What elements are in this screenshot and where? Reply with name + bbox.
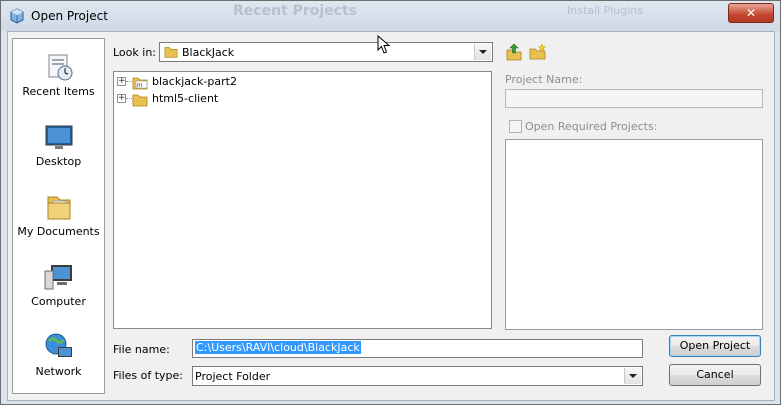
computer-icon — [44, 265, 72, 290]
look-in-value: BlackJack — [182, 46, 235, 59]
expand-icon[interactable]: + — [117, 94, 126, 103]
files-of-type-value: Project Folder — [195, 370, 271, 383]
background-install-plugins-text: Install Plugins — [567, 4, 644, 17]
cancel-button[interactable]: Cancel — [669, 364, 761, 386]
files-of-type-combo[interactable]: Project Folder — [192, 366, 643, 386]
recent-items-icon — [48, 54, 73, 81]
place-recent-items[interactable]: Recent Items — [13, 47, 104, 111]
window-title: Open Project — [31, 9, 108, 23]
place-computer[interactable]: Computer — [13, 257, 104, 321]
folder-icon — [164, 47, 178, 58]
file-name-input[interactable]: C:\Users\RAVI\cloud\BlackJack — [192, 339, 643, 358]
file-tree[interactable]: + m blackjack-part2 + html5-client — [113, 71, 492, 329]
up-one-level-icon[interactable] — [505, 43, 523, 61]
network-icon — [45, 333, 72, 357]
expand-icon[interactable]: + — [117, 77, 126, 86]
background-recent-projects-text: Recent Projects — [233, 3, 358, 19]
folder-icon — [132, 94, 148, 107]
netbeans-cube-icon — [10, 8, 24, 24]
project-name-field — [505, 89, 763, 108]
place-desktop[interactable]: Desktop — [13, 117, 104, 181]
look-in-combo[interactable]: BlackJack — [159, 42, 493, 62]
open-required-projects-checkbox[interactable] — [509, 120, 522, 133]
file-name-label: File name: — [113, 343, 170, 356]
dialog-content: Recent Items Desktop My Documents Comput… — [7, 31, 775, 401]
svg-text:m: m — [137, 82, 143, 89]
place-label: Computer — [31, 295, 86, 308]
place-my-documents[interactable]: My Documents — [13, 187, 104, 251]
required-projects-list[interactable] — [505, 139, 763, 330]
place-label: Recent Items — [22, 85, 95, 98]
place-label: Network — [35, 365, 82, 378]
place-label: My Documents — [17, 225, 100, 238]
close-button[interactable]: ✕ — [728, 3, 774, 23]
desktop-icon — [45, 125, 73, 149]
files-of-type-label: Files of type: — [113, 369, 184, 382]
maven-project-icon: m — [132, 77, 148, 90]
chevron-down-icon[interactable] — [474, 44, 491, 60]
tree-node-label: html5-client — [152, 92, 219, 105]
new-folder-icon[interactable] — [529, 43, 547, 61]
open-project-dialog: Open Project Recent Projects Install Plu… — [0, 0, 781, 405]
places-bar: Recent Items Desktop My Documents Comput… — [12, 38, 105, 394]
tree-node-label: blackjack-part2 — [152, 75, 237, 88]
place-label: Desktop — [35, 155, 82, 168]
file-name-value: C:\Users\RAVI\cloud\BlackJack — [195, 341, 361, 354]
chevron-down-icon[interactable] — [624, 368, 641, 384]
my-documents-icon — [47, 196, 71, 220]
place-network[interactable]: Network — [13, 327, 104, 391]
open-project-button[interactable]: Open Project — [669, 335, 761, 357]
mouse-pointer-icon — [377, 35, 391, 54]
title-bar[interactable]: Open Project Recent Projects Install Plu… — [1, 1, 780, 31]
open-required-projects-label: Open Required Projects: — [525, 120, 658, 133]
look-in-label: Look in: — [113, 46, 156, 59]
project-name-label: Project Name: — [505, 73, 583, 86]
